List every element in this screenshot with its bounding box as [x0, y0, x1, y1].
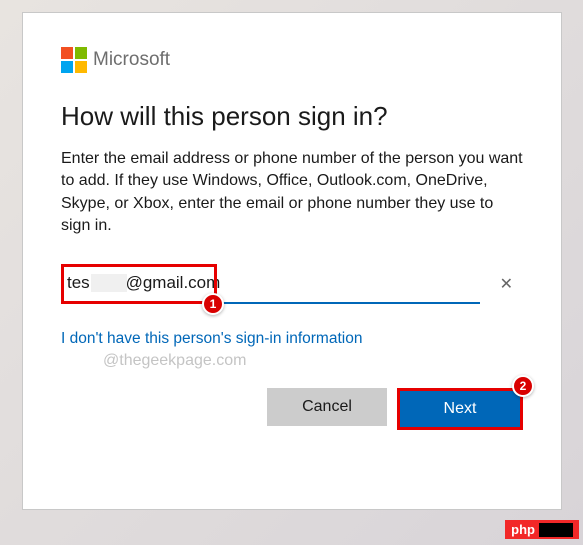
cancel-button[interactable]: Cancel — [267, 388, 387, 426]
dialog-description: Enter the email address or phone number … — [61, 148, 523, 238]
brand-row: Microsoft — [61, 47, 523, 73]
dialog-heading: How will this person sign in? — [61, 101, 523, 132]
badge-black-box — [539, 523, 573, 537]
email-input[interactable] — [61, 264, 480, 304]
next-button[interactable]: Next — [397, 388, 523, 430]
source-badge: php — [505, 520, 579, 539]
next-button-wrapper: Next 2 — [397, 388, 523, 430]
brand-name: Microsoft — [93, 49, 170, 71]
add-user-dialog: Microsoft How will this person sign in? … — [22, 12, 562, 510]
email-input-wrapper: ✕ 1 — [61, 264, 523, 304]
button-row: Cancel Next 2 — [61, 388, 523, 430]
watermark-text: @thegeekpage.com — [103, 352, 523, 370]
clear-input-icon[interactable]: ✕ — [500, 274, 513, 294]
badge-text: php — [511, 522, 535, 537]
microsoft-logo-icon — [61, 47, 87, 73]
no-signin-info-link[interactable]: I don't have this person's sign-in infor… — [61, 330, 362, 348]
